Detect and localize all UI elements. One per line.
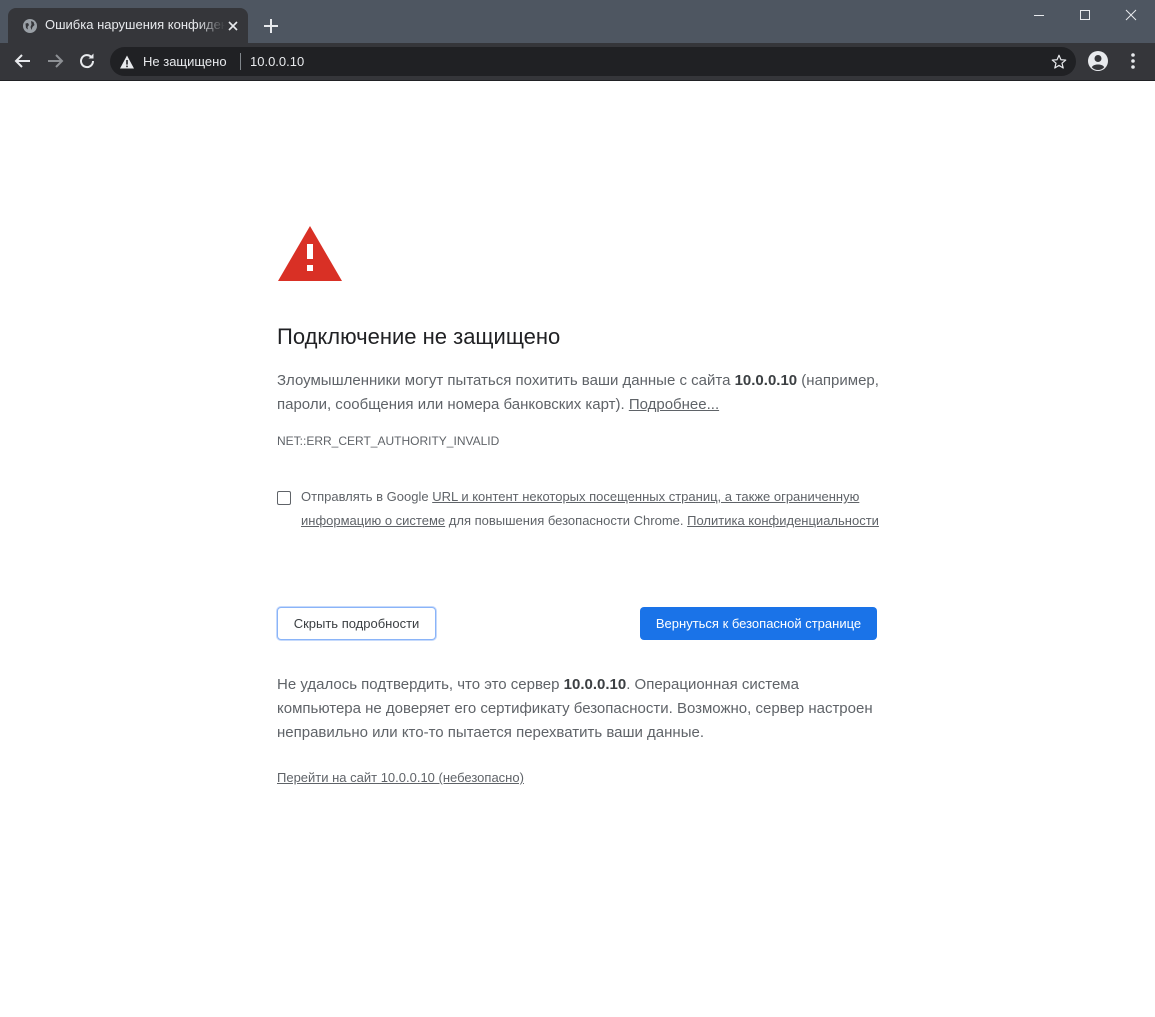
warning-icon[interactable] <box>119 54 135 70</box>
address-bar[interactable]: Не защищено 10.0.0.10 <box>110 47 1076 76</box>
profile-avatar-icon[interactable] <box>1087 50 1109 72</box>
reload-icon[interactable] <box>75 49 99 73</box>
new-tab-icon[interactable] <box>260 15 282 37</box>
opt-in-checkbox[interactable] <box>277 491 291 505</box>
back-arrow-icon[interactable] <box>11 49 35 73</box>
minimize-button[interactable] <box>1016 0 1062 30</box>
warning-triangle-icon <box>278 226 342 281</box>
maximize-icon <box>1080 10 1090 20</box>
back-to-safety-button[interactable]: Вернуться к безопасной странице <box>640 607 877 640</box>
hide-details-button[interactable]: Скрыть подробности <box>277 607 436 640</box>
page-title: Подключение не защищено <box>277 324 561 349</box>
browser-toolbar: Не защищено 10.0.0.10 <box>0 43 1155 81</box>
close-icon[interactable] <box>224 17 242 35</box>
details-host-name: 10.0.0.10 <box>563 676 627 693</box>
opt-in-text-mid: для повышения безопасности Chrome. <box>445 513 688 528</box>
details-message: Не удалось подтвердить, что это сервер 1… <box>277 673 887 745</box>
minimize-icon <box>1034 15 1044 16</box>
page-content: Подключение не защищено Злоумышленники м… <box>0 81 1155 1017</box>
globe-icon <box>23 19 37 33</box>
url-text[interactable]: 10.0.0.10 <box>250 54 304 69</box>
forward-arrow-icon[interactable] <box>43 49 67 73</box>
privacy-policy-link[interactable]: Политика конфиденциальности <box>687 513 879 528</box>
maximize-button[interactable] <box>1062 0 1108 30</box>
host-name: 10.0.0.10 <box>734 372 798 389</box>
more-menu-icon[interactable] <box>1124 50 1142 72</box>
browser-titlebar: Ошибка нарушения конфиденциальности <box>0 0 1155 43</box>
error-code[interactable]: NET::ERR_CERT_AUTHORITY_INVALID <box>277 434 499 448</box>
details-text: Не удалось подтвердить, что это сервер <box>277 676 564 693</box>
main-message: Злоумышленники могут пытаться похитить в… <box>277 369 897 417</box>
opt-in-text: Отправлять в Google <box>301 489 433 504</box>
window-close-button[interactable] <box>1108 0 1154 30</box>
security-status[interactable]: Не защищено <box>143 54 227 69</box>
bookmark-star-icon[interactable] <box>1050 53 1068 71</box>
close-icon <box>1125 9 1137 21</box>
opt-in-label: Отправлять в Google URL и контент некото… <box>301 485 881 533</box>
proceed-unsafe-link[interactable]: Перейти на сайт 10.0.0.10 (небезопасно) <box>277 770 524 785</box>
learn-more-link[interactable]: Подробнее... <box>629 396 719 413</box>
main-message-text: Злоумышленники могут пытаться похитить в… <box>277 372 735 389</box>
browser-tab[interactable]: Ошибка нарушения конфиденциальности <box>8 8 248 43</box>
tab-title: Ошибка нарушения конфиденциальности <box>45 17 225 32</box>
address-separator <box>240 53 241 70</box>
